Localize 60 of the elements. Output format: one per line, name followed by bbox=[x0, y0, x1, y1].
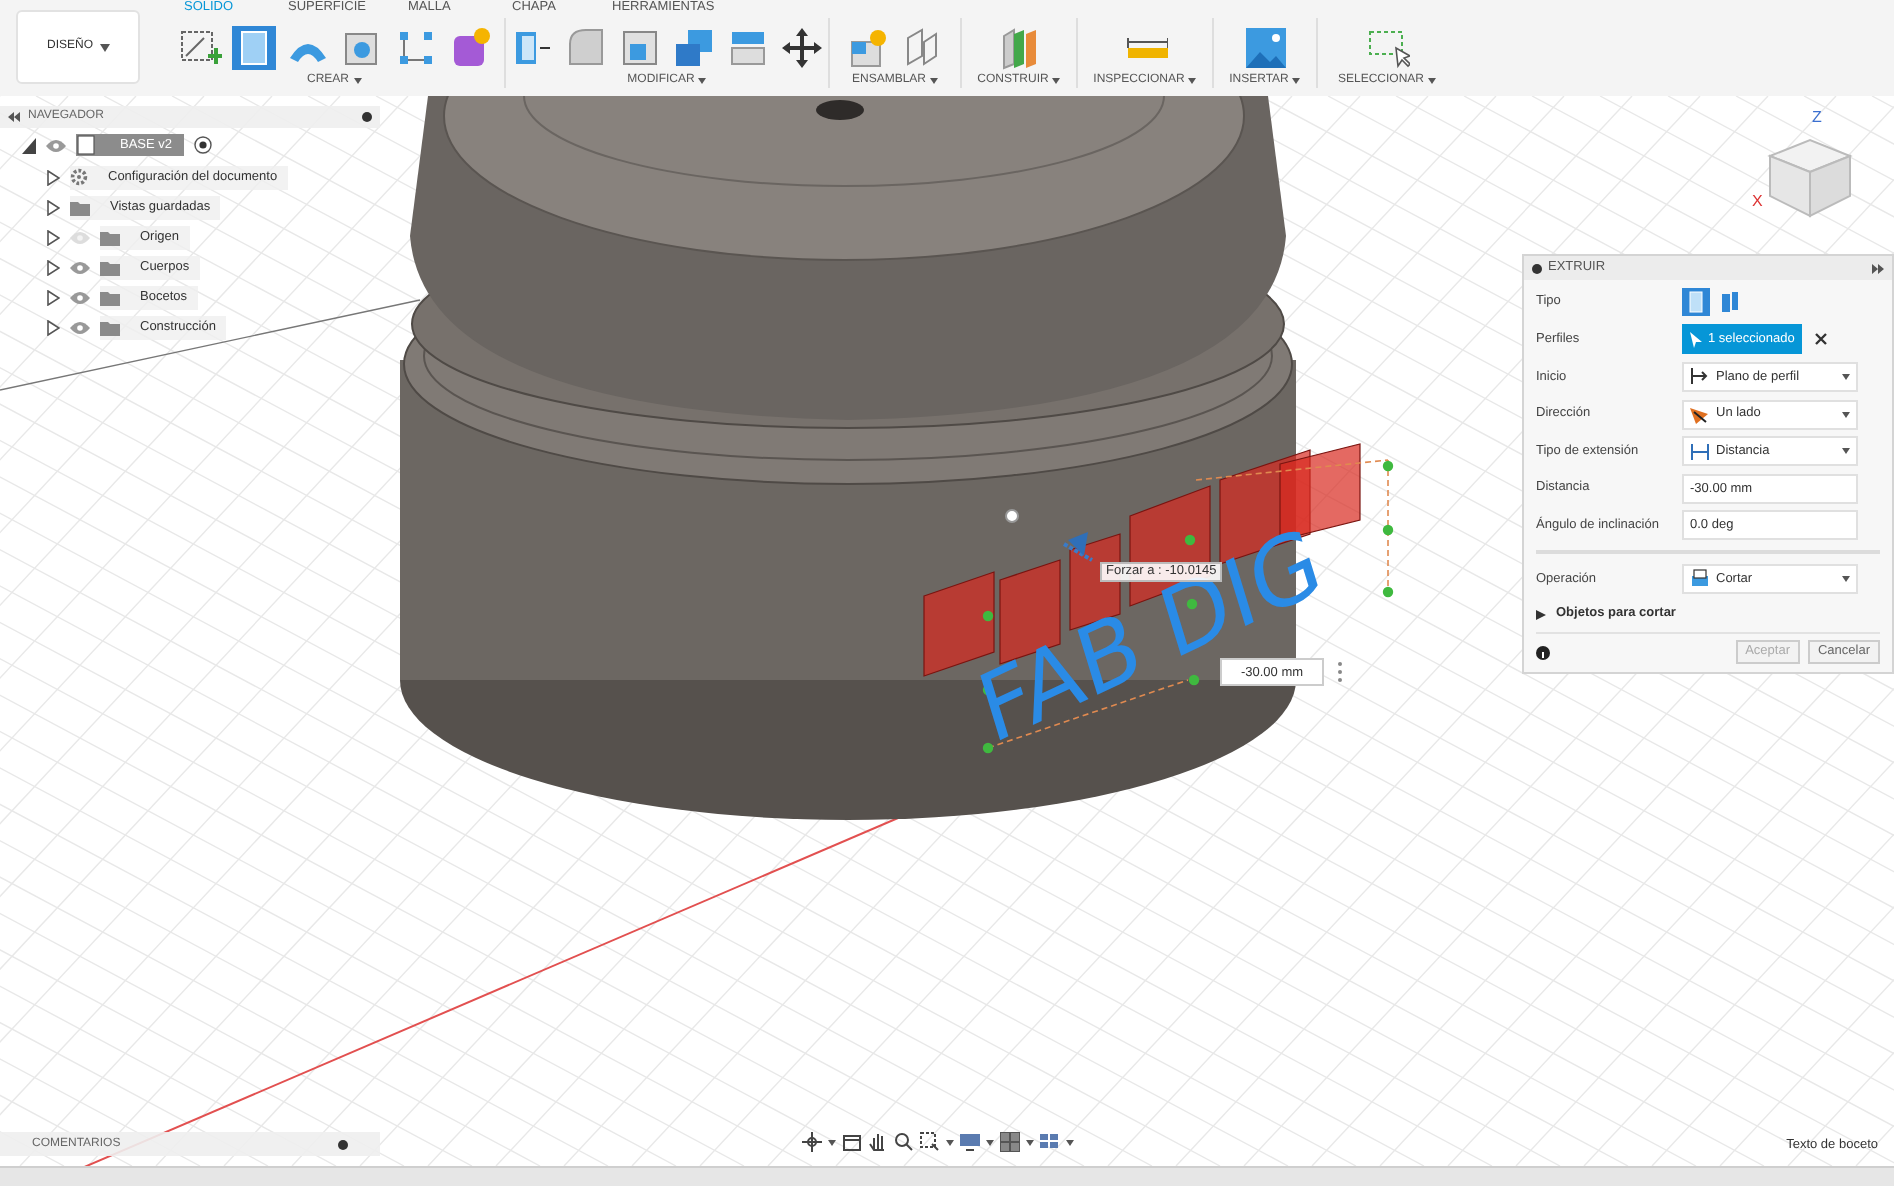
zoom-icon[interactable] bbox=[894, 1132, 914, 1152]
caret-icon bbox=[1052, 78, 1061, 84]
caret-icon bbox=[930, 78, 938, 84]
collapsed-triangle-icon[interactable] bbox=[46, 319, 60, 335]
image-icon[interactable] bbox=[1243, 25, 1287, 69]
pan-icon[interactable] bbox=[868, 1132, 888, 1152]
cut-icon bbox=[1690, 568, 1710, 589]
thin-extrude-icon[interactable] bbox=[1716, 288, 1744, 317]
radio-icon[interactable] bbox=[194, 136, 213, 154]
collapsed-triangle-icon[interactable] bbox=[46, 199, 60, 215]
eye-icon bbox=[46, 139, 66, 151]
select-box-icon[interactable] bbox=[1365, 25, 1409, 69]
expanded-triangle-icon[interactable] bbox=[22, 137, 36, 153]
caret-icon bbox=[1842, 575, 1850, 582]
shell-icon[interactable] bbox=[618, 25, 662, 69]
caret-icon bbox=[986, 1139, 994, 1145]
caret-icon bbox=[828, 1139, 836, 1145]
direction-icon bbox=[1690, 404, 1710, 425]
collapsed-triangle-icon[interactable] bbox=[46, 169, 60, 185]
more-icon[interactable] bbox=[1336, 660, 1344, 684]
collapsed-triangle-icon[interactable] bbox=[46, 289, 60, 305]
caret-icon bbox=[353, 78, 361, 84]
cursor-icon bbox=[1690, 331, 1702, 348]
box-icon[interactable] bbox=[231, 25, 275, 69]
caret-icon bbox=[698, 78, 707, 84]
axis-label: X bbox=[1752, 192, 1763, 210]
move-icon[interactable] bbox=[780, 25, 824, 69]
caret-icon bbox=[1428, 78, 1436, 84]
caret-icon bbox=[1292, 78, 1301, 84]
caret-icon bbox=[1188, 78, 1197, 84]
viewports-icon[interactable] bbox=[1040, 1132, 1060, 1152]
caret-icon bbox=[1026, 1139, 1034, 1145]
collapsed-triangle-icon[interactable] bbox=[46, 259, 60, 275]
orbit-icon[interactable] bbox=[802, 1132, 822, 1152]
caret-icon bbox=[1842, 373, 1850, 380]
display-icon[interactable] bbox=[960, 1132, 980, 1152]
distance-icon bbox=[1690, 441, 1710, 462]
info-icon[interactable] bbox=[1536, 645, 1550, 660]
combine-icon[interactable] bbox=[672, 25, 716, 69]
start-plane-icon bbox=[1690, 366, 1710, 387]
gear-icon bbox=[70, 168, 88, 186]
document-icon bbox=[76, 134, 96, 156]
caret-icon bbox=[946, 1139, 954, 1145]
joint-icon[interactable] bbox=[846, 25, 890, 69]
dot-icon bbox=[1532, 263, 1542, 273]
fillet-icon[interactable] bbox=[564, 25, 608, 69]
plane-icon[interactable] bbox=[997, 25, 1041, 69]
solid-extrude-icon[interactable] bbox=[1682, 288, 1710, 317]
sketch-icon[interactable] bbox=[177, 25, 221, 69]
axis-label: Z bbox=[1812, 108, 1822, 126]
caret-icon bbox=[1842, 448, 1850, 455]
zoom-window-icon[interactable] bbox=[920, 1132, 940, 1152]
caret-icon bbox=[1066, 1139, 1074, 1145]
collapsed-triangle-icon[interactable] bbox=[46, 229, 60, 245]
caret-icon bbox=[1842, 411, 1850, 418]
close-icon[interactable] bbox=[1814, 332, 1829, 347]
collapsed-triangle-icon bbox=[1536, 609, 1546, 620]
collapse-icon[interactable] bbox=[8, 112, 20, 122]
caret-icon bbox=[99, 43, 109, 51]
expand-icon[interactable] bbox=[1872, 263, 1884, 273]
